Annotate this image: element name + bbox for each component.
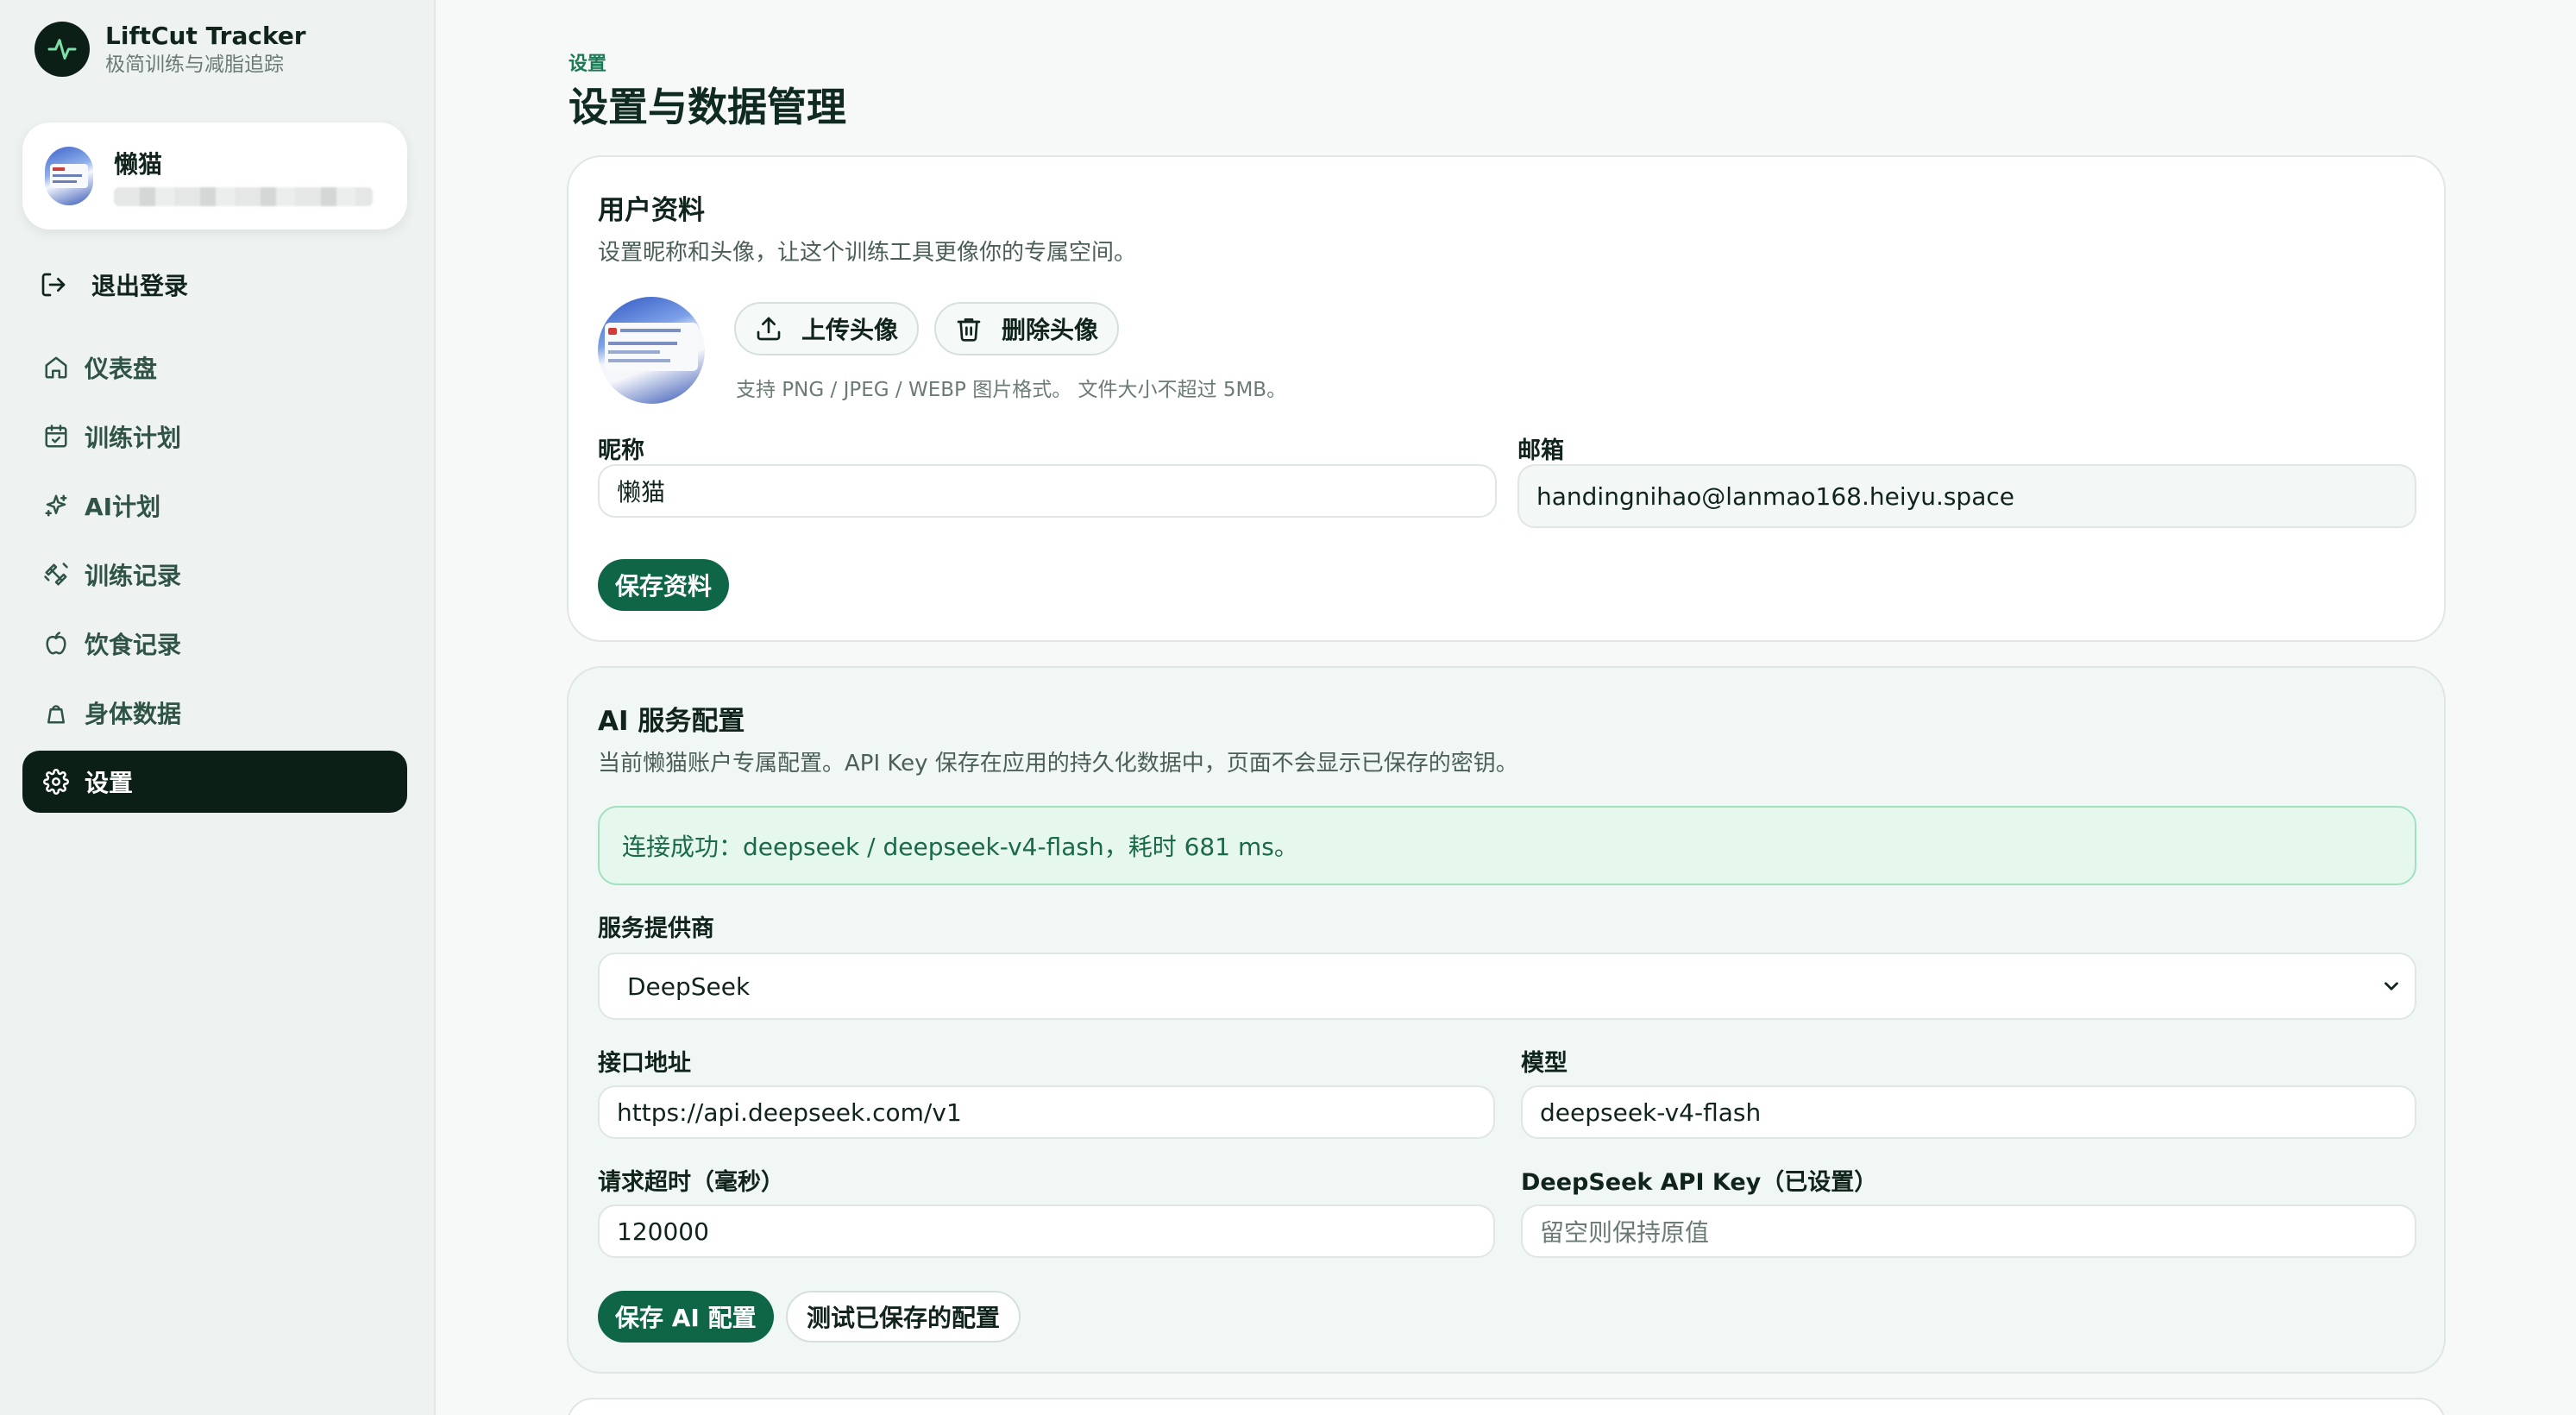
sidebar-item-settings[interactable]: 设置 (22, 751, 407, 813)
sidebar-item-diet-log[interactable]: 饮食记录 (22, 613, 407, 675)
trash-icon (957, 318, 981, 342)
chevron-down-icon (2384, 982, 2398, 990)
apple-icon (46, 632, 66, 655)
brand: LiftCut Tracker 极简训练与减脂追踪 (35, 21, 306, 78)
nickname-label: 昵称 (598, 437, 644, 464)
sidebar-item-label: 饮食记录 (85, 631, 182, 659)
apikey-input[interactable]: 留空则保持原值 (1521, 1204, 2416, 1258)
sidebar-nav: 仪表盘 训练计划 AI计划 训练记录 饮食记录 身体数据 设置 (22, 336, 407, 820)
email-value: handingnihao@lanmao168.heiyu.space (1536, 481, 2014, 511)
user-email-blurred (114, 187, 373, 206)
model-label: 模型 (1521, 1050, 1568, 1077)
ai-card-description: 当前懒猫账户专属配置。API Key 保存在应用的持久化数据中，页面不会显示已保… (598, 751, 1518, 777)
sidebar: LiftCut Tracker 极简训练与减脂追踪 懒猫 退出登录 仪表盘 训练… (0, 0, 436, 1415)
ai-card-title: AI 服务配置 (598, 706, 745, 737)
apikey-label: DeepSeek API Key（已设置） (1521, 1169, 1878, 1196)
timeout-value: 120000 (617, 1217, 709, 1246)
page-title: 设置与数据管理 (569, 84, 846, 130)
sidebar-item-training-plan[interactable]: 训练计划 (22, 406, 407, 468)
provider-label: 服务提供商 (598, 915, 714, 942)
profile-card-title: 用户资料 (598, 195, 705, 226)
save-profile-button[interactable]: 保存资料 (598, 559, 730, 611)
provider-selected-value: DeepSeek (627, 972, 751, 1001)
sidebar-item-label: 设置 (85, 769, 134, 797)
app-title: LiftCut Tracker (105, 22, 306, 50)
nickname-value: 懒猫 (617, 478, 666, 506)
model-value: deepseek-v4-flash (1540, 1097, 1762, 1127)
test-config-button[interactable]: 测试已保存的配置 (786, 1291, 1021, 1343)
apikey-placeholder: 留空则保持原值 (1540, 1218, 1710, 1247)
logout-button[interactable]: 退出登录 (40, 267, 188, 302)
pulse-logo-icon (35, 22, 90, 77)
gear-icon (43, 769, 69, 795)
delete-avatar-label: 删除头像 (1002, 316, 1099, 344)
model-input[interactable]: deepseek-v4-flash (1521, 1085, 2416, 1139)
sidebar-item-label: 训练记录 (85, 562, 182, 590)
sparkle-icon (45, 494, 67, 517)
sidebar-item-ai-plan[interactable]: AI计划 (22, 475, 407, 537)
sidebar-item-body-data[interactable]: 身体数据 (22, 682, 407, 744)
profile-card: 用户资料 设置昵称和头像，让这个训练工具更像你的专属空间。 上传头像 删除头像 … (567, 155, 2446, 642)
app-subtitle: 极简训练与减脂追踪 (105, 53, 284, 76)
breadcrumb: 设置 (569, 53, 607, 75)
sidebar-item-workout-log[interactable]: 训练记录 (22, 544, 407, 606)
ai-config-card: AI 服务配置 当前懒猫账户专属配置。API Key 保存在应用的持久化数据中，… (567, 666, 2446, 1374)
endpoint-value: https://api.deepseek.com/v1 (617, 1097, 962, 1127)
user-card[interactable]: 懒猫 (22, 123, 407, 230)
sidebar-item-label: 训练计划 (85, 424, 182, 452)
dumbbell-icon (44, 563, 68, 586)
email-field: handingnihao@lanmao168.heiyu.space (1517, 464, 2416, 528)
provider-select[interactable]: DeepSeek (598, 953, 2416, 1020)
profile-avatar (598, 297, 705, 404)
upload-icon (757, 317, 781, 341)
endpoint-label: 接口地址 (598, 1050, 691, 1077)
sidebar-item-label: AI计划 (85, 493, 161, 521)
next-card-partial (567, 1398, 2446, 1415)
upload-avatar-label: 上传头像 (801, 316, 899, 344)
connection-status-banner: 连接成功：deepseek / deepseek-v4-flash，耗时 681… (598, 806, 2416, 885)
main-content: 设置 设置与数据管理 用户资料 设置昵称和头像，让这个训练工具更像你的专属空间。… (436, 0, 2576, 1415)
sidebar-item-label: 仪表盘 (85, 355, 158, 383)
scale-icon (47, 705, 65, 724)
timeout-label: 请求超时（毫秒） (598, 1169, 784, 1196)
logout-icon (41, 273, 66, 297)
delete-avatar-button[interactable]: 删除头像 (934, 302, 1120, 355)
email-label: 邮箱 (1517, 437, 1564, 464)
home-icon (45, 356, 67, 379)
calendar-icon (45, 424, 67, 448)
avatar-format-hint: 支持 PNG / JPEG / WEBP 图片格式。 文件大小不超过 5MB。 (736, 379, 1287, 401)
upload-avatar-button[interactable]: 上传头像 (734, 302, 920, 355)
avatar (45, 147, 93, 205)
timeout-input[interactable]: 120000 (598, 1204, 1495, 1258)
endpoint-input[interactable]: https://api.deepseek.com/v1 (598, 1085, 1495, 1139)
logout-label: 退出登录 (91, 272, 189, 300)
save-ai-config-button[interactable]: 保存 AI 配置 (598, 1291, 774, 1343)
profile-card-description: 设置昵称和头像，让这个训练工具更像你的专属空间。 (598, 240, 1137, 266)
nickname-input[interactable]: 懒猫 (598, 464, 1497, 518)
sidebar-item-dashboard[interactable]: 仪表盘 (22, 336, 407, 399)
user-name: 懒猫 (114, 150, 163, 179)
sidebar-item-label: 身体数据 (85, 700, 182, 728)
